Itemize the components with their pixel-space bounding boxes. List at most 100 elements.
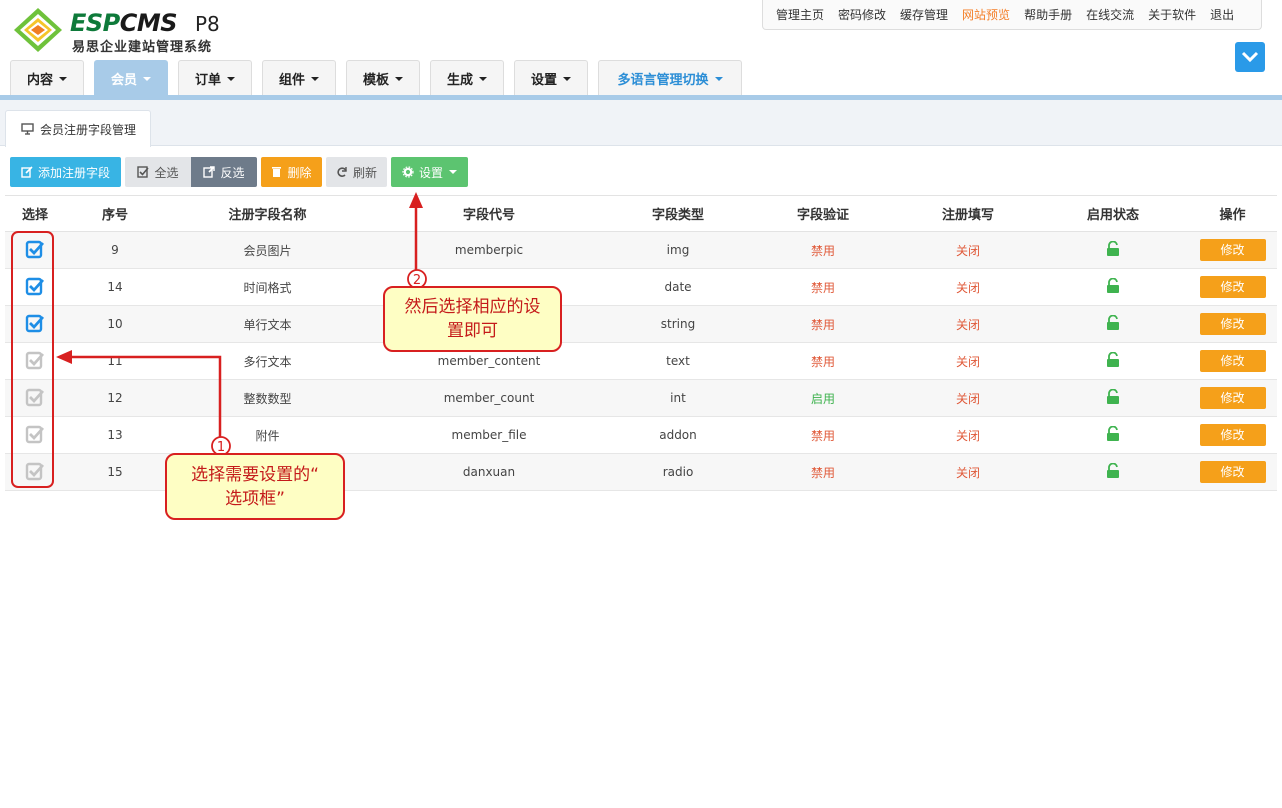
monitor-icon [21,123,34,135]
row-status-toggle[interactable] [1038,416,1188,454]
unlock-icon [1107,425,1119,441]
row-register-toggle[interactable]: 关闭 [898,342,1038,380]
nav-item-orders[interactable]: 订单 [178,60,252,96]
toplink-chat[interactable]: 在线交流 [1086,6,1134,23]
row-field-code: member_file [370,416,608,454]
row-field-type: addon [608,416,748,454]
row-validate-toggle[interactable]: 禁用 [748,268,898,306]
row-field-name: 附件 [165,416,370,454]
table-row: 11 多行文本 member_content text 禁用 关闭 修改 [5,342,1277,380]
unlock-icon [1107,277,1119,293]
select-all-button[interactable]: 全选 [125,157,191,187]
add-field-button[interactable]: 添加注册字段 [10,157,121,187]
logo[interactable]: ESPCMS P8 易思企业建站管理系统 [12,6,242,56]
edit-button[interactable]: 修改 [1199,276,1266,298]
edit-button[interactable]: 修改 [1199,239,1266,261]
row-status-toggle[interactable] [1038,453,1188,491]
checkbox-unchecked-icon [25,462,45,480]
row-checkbox[interactable] [5,379,65,417]
edit-button[interactable]: 修改 [1199,313,1266,335]
nav-item-components[interactable]: 组件 [262,60,336,96]
row-validate-toggle[interactable]: 禁用 [748,231,898,269]
col-header-action: 操作 [1188,195,1277,232]
row-checkbox[interactable] [5,231,65,269]
settings-dropdown-button[interactable]: 设置 [391,157,468,187]
row-validate-toggle[interactable]: 禁用 [748,305,898,343]
toplink-home[interactable]: 管理主页 [776,6,824,23]
toplink-preview[interactable]: 网站预览 [962,6,1010,23]
toplink-cache[interactable]: 缓存管理 [900,6,948,23]
toolbar: 添加注册字段 全选 反选 删除 刷新 设置 [10,157,468,187]
row-register-toggle[interactable]: 关闭 [898,305,1038,343]
invert-selection-button[interactable]: 反选 [191,157,257,187]
row-checkbox[interactable] [5,416,65,454]
row-action: 修改 [1188,305,1277,343]
edit-button[interactable]: 修改 [1199,461,1266,483]
row-register-toggle[interactable]: 关闭 [898,453,1038,491]
row-validate-toggle[interactable]: 禁用 [748,453,898,491]
row-validate-toggle[interactable]: 禁用 [748,342,898,380]
unlock-icon [1107,314,1119,330]
caret-down-icon [563,76,571,81]
refresh-button[interactable]: 刷新 [326,157,387,187]
edit-button[interactable]: 修改 [1199,424,1266,446]
row-checkbox[interactable] [5,453,65,491]
row-status-toggle[interactable] [1038,231,1188,269]
caret-down-icon [395,76,403,81]
toplink-about[interactable]: 关于软件 [1148,6,1196,23]
row-field-type: string [608,305,748,343]
row-status-toggle[interactable] [1038,305,1188,343]
row-id: 14 [65,268,165,306]
table-row: 12 整数数型 member_count int 启用 关闭 修改 [5,379,1277,417]
nav-item-member[interactable]: 会员 [94,60,168,96]
toplink-password[interactable]: 密码修改 [838,6,886,23]
table-row: 14 时间格式 date 禁用 关闭 修改 [5,268,1277,306]
row-checkbox[interactable] [5,268,65,306]
delete-button[interactable]: 删除 [261,157,322,187]
row-field-code: member_count [370,379,608,417]
toplink-help[interactable]: 帮助手册 [1024,6,1072,23]
checkbox-checked-icon [25,314,45,332]
edit-button[interactable]: 修改 [1199,350,1266,372]
tab-member-fields[interactable]: 会员注册字段管理 [5,110,151,147]
nav-item-content[interactable]: 内容 [10,60,84,96]
checkbox-unchecked-icon [25,425,45,443]
row-register-toggle[interactable]: 关闭 [898,268,1038,306]
caret-down-icon [227,76,235,81]
row-status-toggle[interactable] [1038,342,1188,380]
nav-item-templates[interactable]: 模板 [346,60,420,96]
row-id: 15 [65,453,165,491]
logo-version: P8 [195,12,220,36]
row-register-toggle[interactable]: 关闭 [898,231,1038,269]
col-header-validate: 字段验证 [748,195,898,232]
col-header-select: 选择 [5,195,65,232]
col-header-status: 启用状态 [1038,195,1188,232]
nav-item-language[interactable]: 多语言管理切换 [598,60,742,96]
table-row: 10 单行文本 string 禁用 关闭 修改 [5,305,1277,343]
col-header-code: 字段代号 [370,195,608,232]
caret-down-icon [311,76,319,81]
unlock-icon [1107,462,1119,478]
row-validate-toggle[interactable]: 启用 [748,379,898,417]
row-checkbox[interactable] [5,305,65,343]
col-header-type: 字段类型 [608,195,748,232]
col-header-id: 序号 [65,195,165,232]
edit-button[interactable]: 修改 [1199,387,1266,409]
row-checkbox[interactable] [5,342,65,380]
tab-strip: 会员注册字段管理 [0,100,1282,147]
edit-icon [21,166,33,178]
row-status-toggle[interactable] [1038,268,1188,306]
nav-item-generate[interactable]: 生成 [430,60,504,96]
row-register-toggle[interactable]: 关闭 [898,416,1038,454]
collapse-header-button[interactable] [1235,42,1265,72]
col-header-name: 注册字段名称 [165,195,370,232]
row-register-toggle[interactable]: 关闭 [898,379,1038,417]
row-id: 10 [65,305,165,343]
row-status-toggle[interactable] [1038,379,1188,417]
row-field-name: 会员图片 [165,231,370,269]
refresh-icon [337,167,347,177]
nav-item-settings[interactable]: 设置 [514,60,588,96]
caret-down-icon [714,76,723,81]
row-validate-toggle[interactable]: 禁用 [748,416,898,454]
toplink-logout[interactable]: 退出 [1210,6,1234,23]
